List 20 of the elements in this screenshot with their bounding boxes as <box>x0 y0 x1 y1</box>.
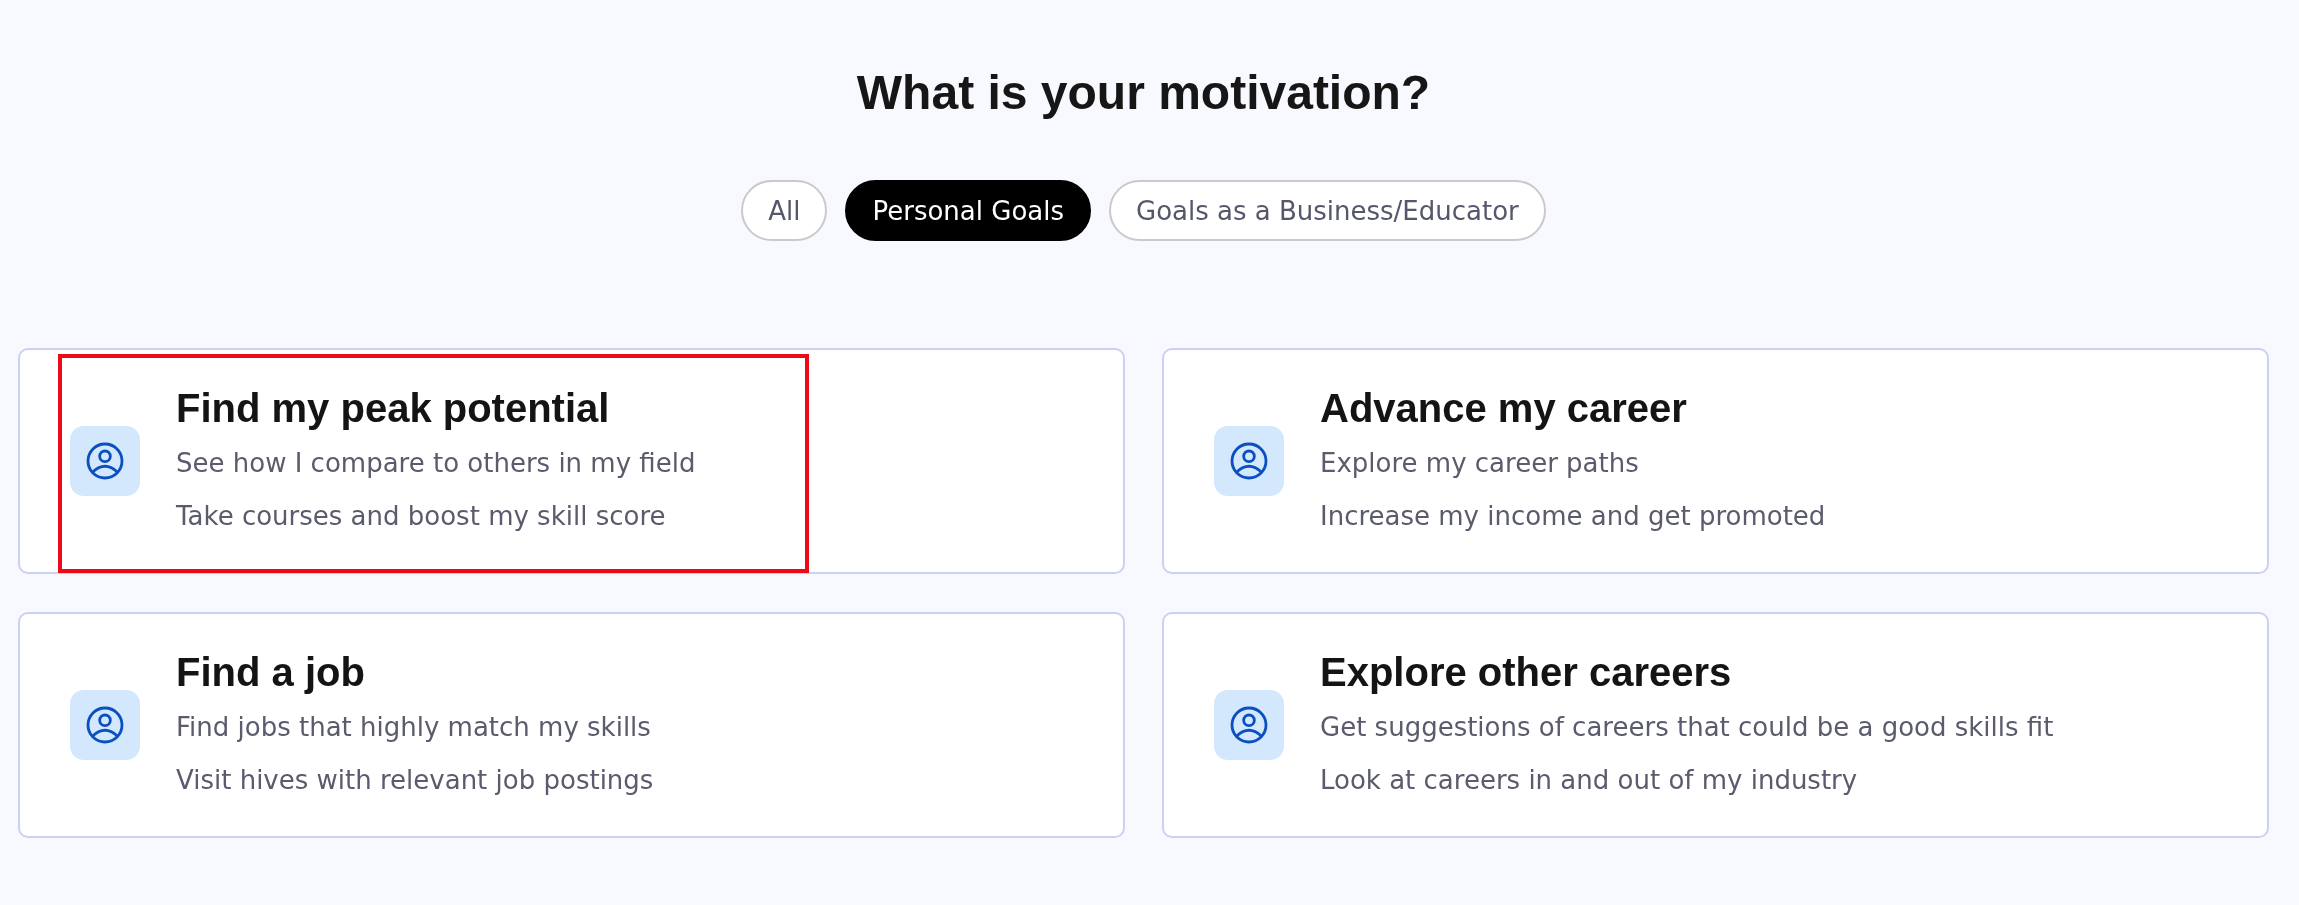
goal-description: Explore my career paths <box>1320 447 1640 480</box>
goal-description: Take courses and boost my skill score <box>176 500 667 533</box>
goal-title: Find my peak potential <box>176 385 611 432</box>
goal-description: Look at careers in and out of my industry <box>1320 764 1859 797</box>
filter-tab[interactable]: Personal Goals <box>845 180 1091 241</box>
page-heading: What is your motivation? <box>856 68 1431 118</box>
goal-card[interactable]: Find a job Find jobs that highly match my skills Visit hives with relevant job postings <box>18 612 1125 838</box>
goal-description: Increase my income and get promoted <box>1320 500 1826 533</box>
goal-description: Visit hives with relevant job postings <box>176 764 654 797</box>
goal-card[interactable]: Explore other careers Get suggestions of careers that could be a good skills fit Look at careers in and out of my industry <box>1162 612 2269 838</box>
filter-tab[interactable]: Goals as a Business/Educator <box>1109 180 1546 241</box>
goal-card[interactable]: Find my peak potential See how I compare to others in my field Take courses and boost my skill score <box>18 348 1125 574</box>
goal-card[interactable]: Advance my career Explore my career paths Increase my income and get promoted <box>1162 348 2269 574</box>
goal-description: Find jobs that highly match my skills <box>176 711 652 744</box>
filter-tab[interactable]: All <box>741 180 828 241</box>
goal-title: Find a job <box>176 649 366 696</box>
goal-title: Advance my career <box>1320 385 1688 432</box>
goal-description: Get suggestions of careers that could be a good skills fit <box>1320 711 2054 744</box>
goal-title: Explore other careers <box>1320 649 1733 696</box>
goal-description: See how I compare to others in my field <box>176 447 696 480</box>
